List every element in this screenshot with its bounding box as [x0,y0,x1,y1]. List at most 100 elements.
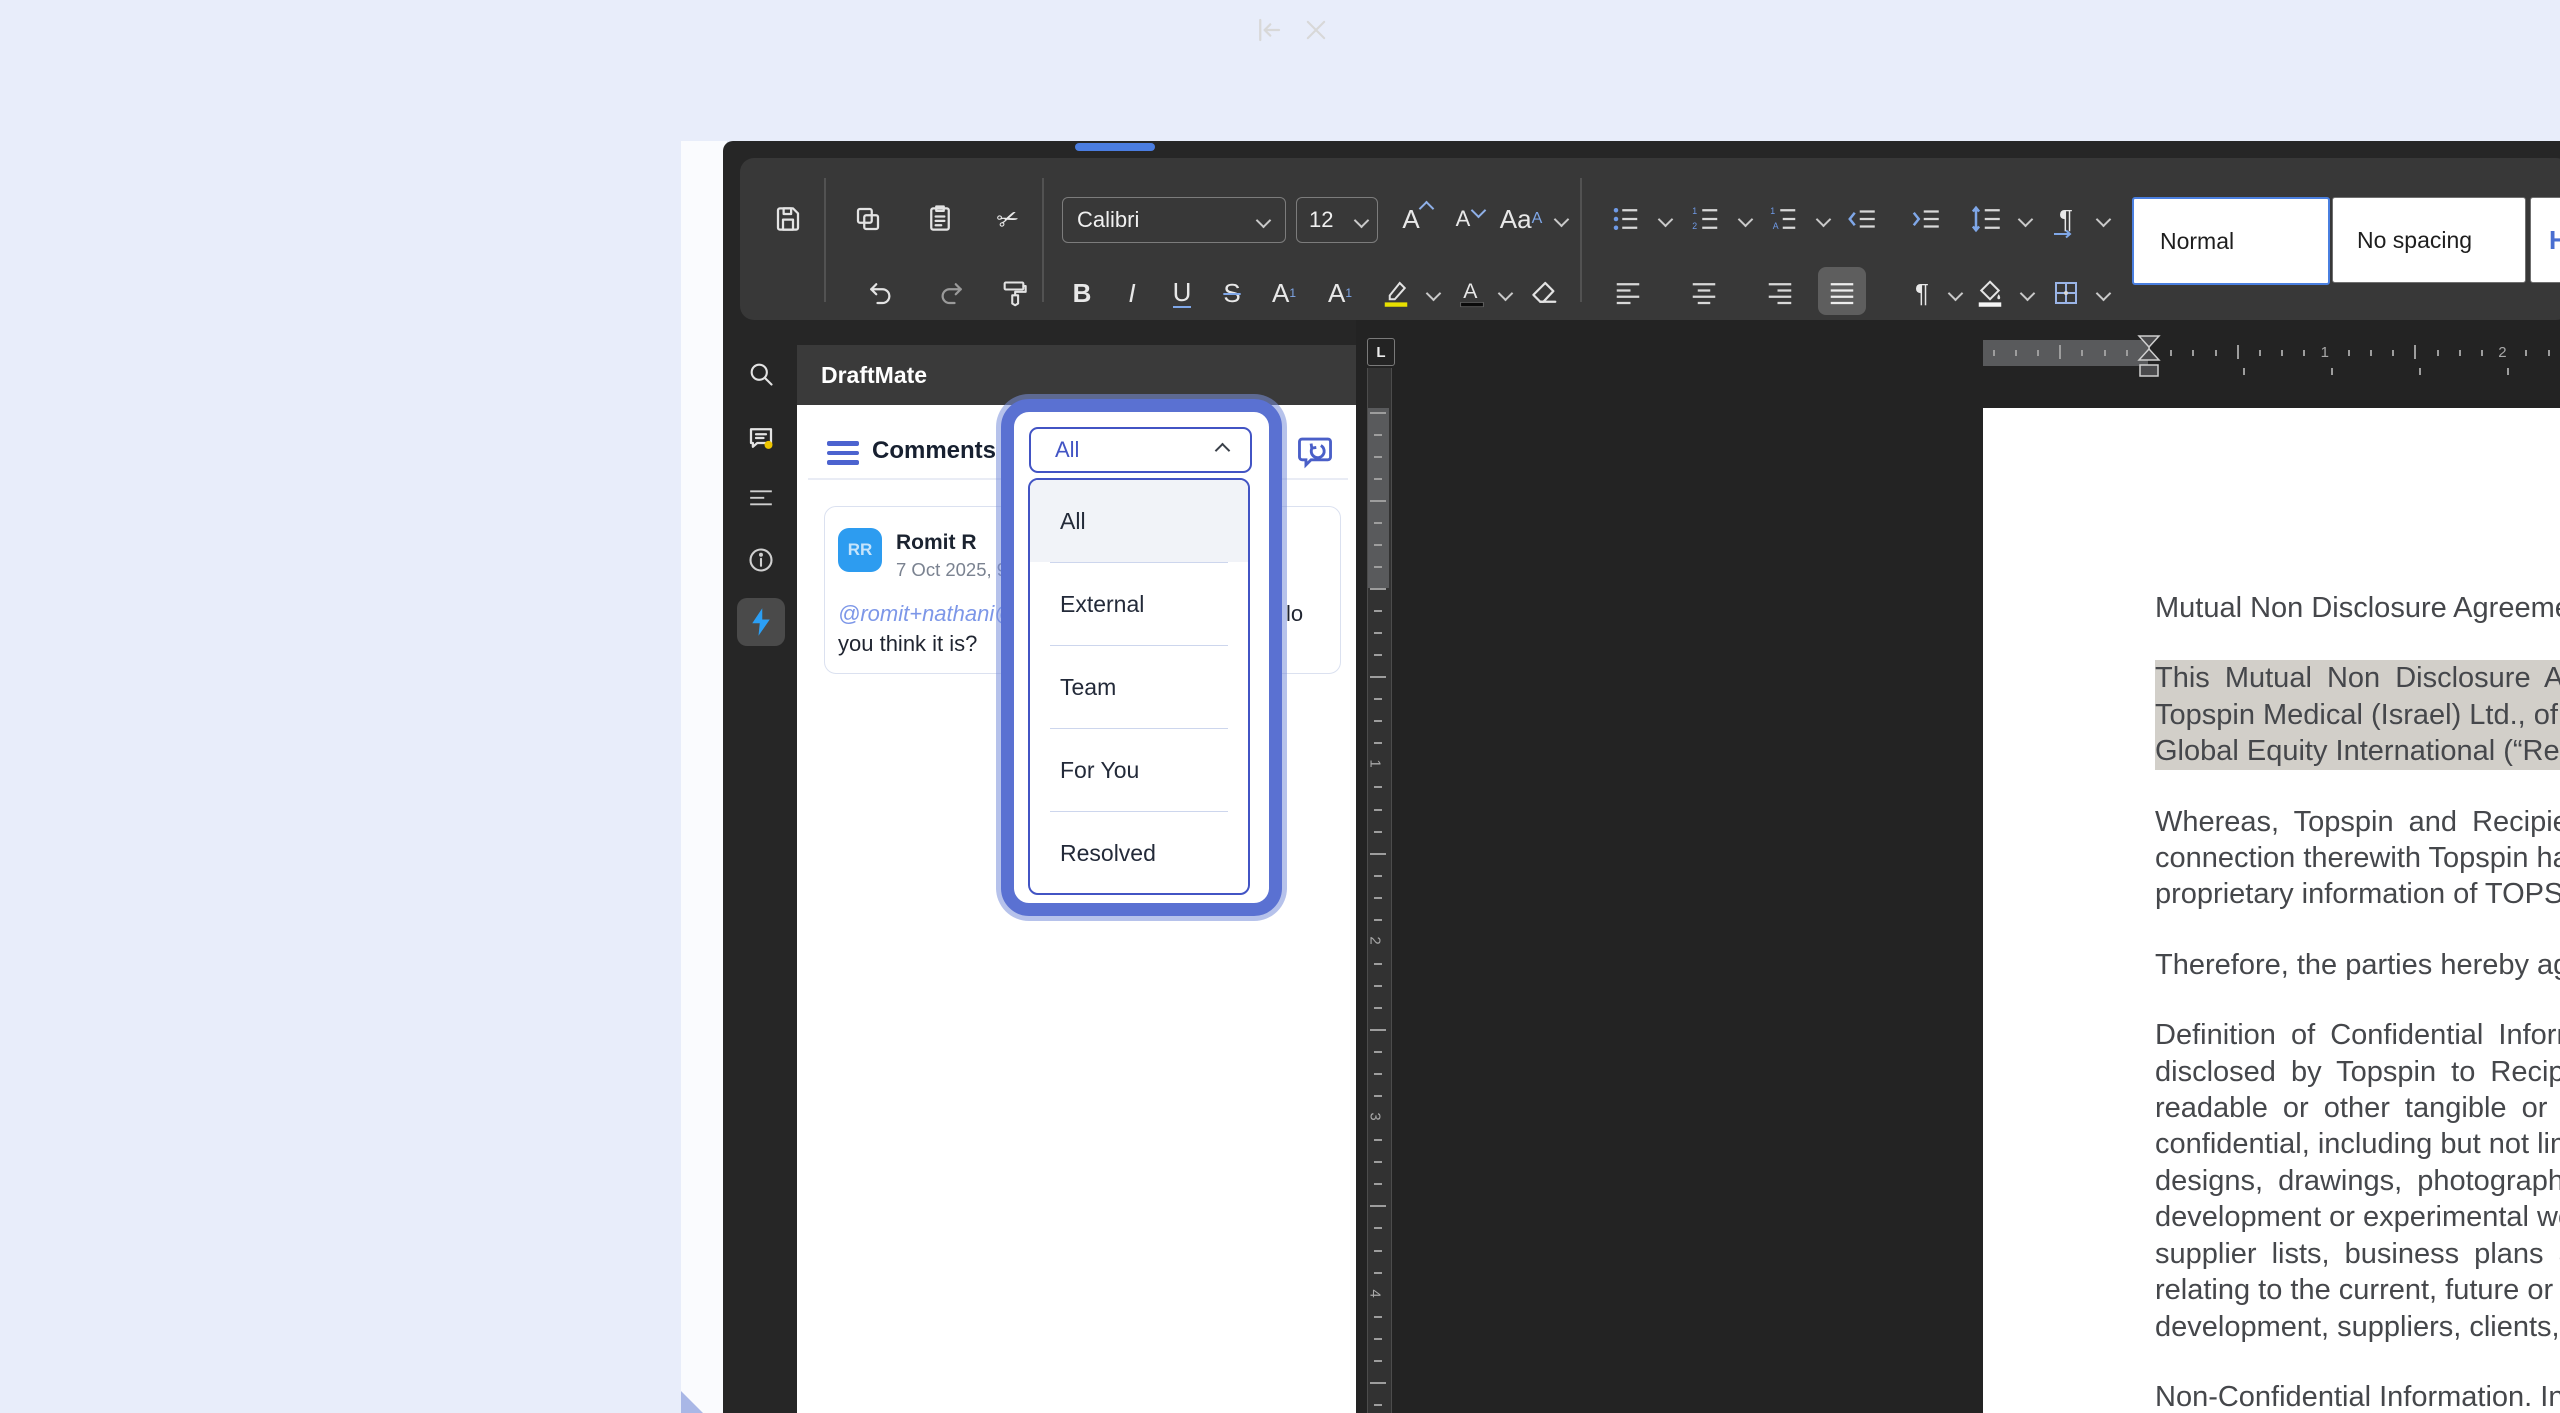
highlight-color-button[interactable] [1374,271,1418,315]
shrink-font-button[interactable]: A [1440,197,1486,241]
format-painter-button[interactable] [992,271,1036,315]
ruler-tick [2281,350,2283,356]
undo-button[interactable] [858,271,902,315]
navigation-button[interactable] [741,480,781,520]
ruler-tick [2059,345,2061,359]
copy-button[interactable] [846,197,890,241]
ruler-tick [2215,350,2217,356]
style-label: Normal [2160,228,2234,255]
strikethrough-icon: S [1223,280,1240,306]
comment-author: Romit R [896,531,977,555]
subscript-button[interactable]: A1 [1318,271,1362,315]
line-spacing-button[interactable] [1962,197,2010,241]
comment-icon [746,423,776,453]
paragraph: Whereas, Topspin and Recipientconnection… [2155,804,2560,913]
ruler-tick [1374,742,1382,744]
ruler-tick [1374,1316,1382,1318]
change-case-small: A [1532,210,1543,228]
italic-button[interactable]: I [1114,271,1150,315]
window-drag-handle[interactable] [1075,143,1155,151]
ruler-tick [1374,566,1382,568]
filter-option-team[interactable]: Team [1030,646,1248,728]
align-right-button[interactable] [1758,271,1802,315]
ruler-tick [2507,368,2509,375]
decrease-indent-button[interactable] [1836,197,1886,241]
toolbar-divider [1042,178,1044,302]
clear-formatting-button[interactable] [1522,271,1566,315]
change-case-button[interactable]: Aa A [1492,197,1550,241]
font-size-select[interactable]: 12 [1296,197,1378,243]
ruler-tick [1374,632,1382,634]
font-name-select[interactable]: Calibri [1062,197,1286,243]
ruler-tick [2126,350,2128,356]
paste-button[interactable] [918,197,962,241]
align-left-button[interactable] [1606,271,1650,315]
filter-option-resolved[interactable]: Resolved [1030,812,1248,894]
ruler-tick [1374,1227,1382,1229]
tab-stop-selector[interactable]: L [1367,338,1395,366]
ruler-tick [1374,919,1382,921]
ruler-tick [1374,1338,1382,1340]
comments-menu-button[interactable] [827,441,859,465]
superscript-button[interactable]: A1 [1262,271,1306,315]
document-text[interactable]: Mutual Non Disclosure AgreementThis Mutu… [2155,584,2560,1413]
comment-text: you think it is? [838,631,977,657]
paragraph: Non-Confidential Information. Infoto the… [2155,1379,2560,1413]
ruler-tick [2414,345,2416,359]
copy-icon [853,204,883,234]
filter-selected-value: All [1055,437,1217,463]
multilevel-list-button[interactable]: 1A [1762,197,1806,241]
shading-button[interactable] [1968,271,2012,315]
style-card-heading[interactable]: H [2530,197,2560,283]
grow-font-button[interactable]: A [1388,197,1434,241]
align-justify-icon [1827,278,1857,308]
document-line: Therefore, the parties hereby agre [2155,947,2560,983]
comments-rail-button[interactable] [741,418,781,458]
underline-button[interactable]: U [1164,271,1200,315]
filter-option-external[interactable]: External [1030,563,1248,645]
ruler-tick [1374,654,1382,656]
mention-link[interactable]: @romit+nathani@ [838,601,1003,627]
strikethrough-button[interactable]: S [1214,271,1250,315]
save-button[interactable] [766,197,810,241]
ruler-tick [1370,1205,1386,1207]
close-panel-button[interactable] [1302,16,1332,44]
nonprinting-chars-button[interactable]: ¶ [1902,271,1942,315]
scissors-icon: ✂ [993,203,1022,235]
document-line: readable or other tangible or int [2155,1090,2560,1126]
ruler-tick [1374,1272,1382,1274]
style-card-no-spacing[interactable]: No spacing [2332,197,2526,283]
indent-marker[interactable] [2136,334,2162,378]
align-center-button[interactable] [1682,271,1726,315]
bold-button[interactable]: B [1064,271,1100,315]
paragraph-direction-button[interactable]: ¶ [2044,197,2088,241]
style-card-normal[interactable]: Normal [2132,197,2330,285]
draftmate-plugin-button[interactable] [737,598,785,646]
ruler-tick [1374,897,1382,899]
ruler-tick [1370,1382,1386,1384]
numbered-list-button[interactable]: 12 [1684,197,1728,241]
reopen-comment-button[interactable] [1293,430,1337,474]
search-button[interactable] [741,354,781,394]
filter-option-all[interactable]: All [1030,480,1248,562]
toolbar-divider [824,178,826,302]
filter-option-for-you[interactable]: For You [1030,729,1248,811]
font-color-button[interactable]: A [1450,271,1494,315]
ruler-tick [2104,350,2106,356]
superscript-icon: A [1272,280,1289,306]
grow-font-icon: A [1402,206,1419,232]
collapse-panel-button[interactable] [1254,16,1284,44]
ruler-tick [2192,350,2194,356]
draftmate-panel-header: DraftMate [797,345,1356,405]
cut-button[interactable]: ✂ [986,197,1030,241]
font-name-value: Calibri [1077,207,1258,233]
redo-button[interactable] [930,271,974,315]
borders-button[interactable] [2044,271,2088,315]
ruler-tick [1374,1139,1382,1141]
increase-indent-button[interactable] [1900,197,1950,241]
bullet-list-button[interactable] [1604,197,1648,241]
align-justify-button[interactable] [1820,271,1864,315]
filter-dropdown-button[interactable]: All [1029,427,1252,473]
info-button[interactable] [741,540,781,580]
screen: ✂ Calibri 12 A A Aa A 12 1A ¶ [0,0,2560,1413]
